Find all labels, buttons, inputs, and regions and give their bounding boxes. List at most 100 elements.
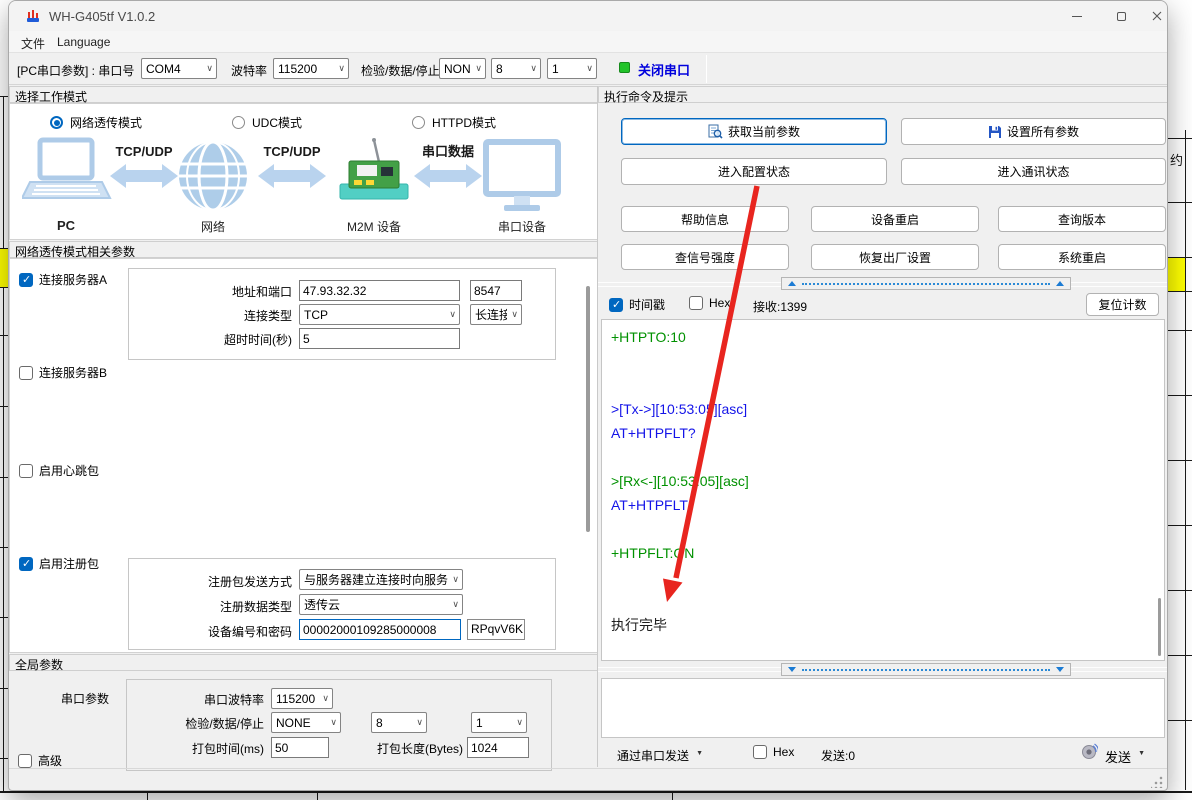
checkbox-server-a[interactable]: 连接服务器A (19, 271, 107, 288)
bg-grid-line (0, 96, 8, 97)
device-id-input[interactable] (299, 619, 461, 640)
bg-grid-line (0, 335, 8, 336)
help-button[interactable]: 帮助信息 (621, 206, 789, 232)
parity-select[interactable]: NONE (439, 58, 486, 79)
checkbox-icon (609, 298, 623, 312)
serial-params-label: 串口参数 (61, 690, 109, 707)
checkbox-send-hex[interactable]: Hex (753, 745, 794, 759)
toolbar-separator (706, 55, 707, 83)
bg-grid-line (0, 758, 8, 759)
statusbar-divider (9, 768, 1168, 769)
log-output[interactable]: +HTPTO:10 >[Tx->][10:53:05][asc] AT+HTPF… (601, 319, 1165, 661)
checkbox-icon (19, 366, 33, 380)
checkbox-register[interactable]: 启用注册包 (19, 555, 99, 572)
signal-strength-button[interactable]: 查信号强度 (621, 244, 789, 270)
checkbox-heartbeat[interactable]: 启用心跳包 (19, 462, 99, 479)
radio-icon (232, 116, 245, 129)
log-line: AT+HTPFLT? (611, 421, 1164, 445)
bg-grid-line (1168, 330, 1192, 331)
title-bar[interactable]: WH-G405tf V1.0.2 (9, 1, 1168, 31)
speaker-icon (1081, 743, 1098, 760)
bg-grid-line (0, 406, 8, 407)
conn-mode-select[interactable]: 长连接 (470, 304, 522, 325)
reg-send-select[interactable]: 与服务器建立连接时向服务 (299, 569, 463, 590)
checkbox-icon (689, 296, 703, 310)
minimize-button[interactable] (1054, 1, 1099, 31)
log-line: +HTPTO:10 (611, 325, 1164, 349)
checkbox-advanced[interactable]: 高级 (18, 752, 62, 769)
close-icon (1152, 11, 1162, 21)
bg-grid-line (1168, 395, 1192, 396)
global-databits-select[interactable]: 8 (371, 712, 427, 733)
checkbox-server-b[interactable]: 连接服务器B (19, 364, 107, 381)
splitter-handle-bottom[interactable] (781, 663, 1071, 676)
menu-language[interactable]: Language (53, 35, 114, 49)
maximize-icon (1117, 12, 1126, 21)
recv-counter: 接收:1399 (753, 298, 807, 315)
bg-grid-line (317, 793, 318, 800)
pack-len-input[interactable] (467, 737, 529, 758)
set-params-button[interactable]: 设置所有参数 (901, 118, 1166, 145)
checkbox-icon (18, 754, 32, 768)
bg-grid-line (0, 547, 8, 548)
radio-icon (412, 116, 425, 129)
checkbox-icon (753, 745, 767, 759)
enter-comm-button[interactable]: 进入通讯状态 (901, 158, 1166, 185)
resize-grip[interactable] (1151, 776, 1163, 788)
log-line: +HTPFLT:ON (611, 541, 1164, 565)
bg-grid-line (0, 688, 8, 689)
system-reboot-button[interactable]: 系统重启 (998, 244, 1166, 270)
close-button[interactable] (1144, 1, 1168, 31)
radio-net-transparent[interactable]: 网络透传模式 (50, 114, 142, 131)
bg-grid-line (1168, 460, 1192, 461)
menu-file[interactable]: 文件 (17, 35, 49, 52)
maximize-button[interactable] (1099, 1, 1144, 31)
conn-type-select[interactable]: TCP (299, 304, 460, 325)
left-panel-scrollbar[interactable] (586, 286, 590, 532)
query-version-button[interactable]: 查询版本 (998, 206, 1166, 232)
timeout-input[interactable] (299, 328, 460, 349)
baud-select[interactable]: 115200 (273, 58, 349, 79)
send-button[interactable]: 发送 (1105, 747, 1145, 766)
bg-grid-line (0, 477, 8, 478)
log-line (611, 445, 1164, 469)
bg-grid-line (0, 287, 8, 288)
radio-httpd-mode[interactable]: HTTPD模式 (412, 114, 496, 131)
device-reboot-button[interactable]: 设备重启 (811, 206, 979, 232)
global-parity-select[interactable]: NONE (271, 712, 341, 733)
splitter-dots (802, 669, 1050, 671)
bg-grid-line (1168, 257, 1192, 258)
com-port-select[interactable]: COM4 (141, 58, 217, 79)
send-via-dropdown[interactable]: 通过串口发送 (617, 747, 703, 764)
checkbox-timestamp[interactable]: 时间戳 (609, 296, 665, 313)
pc-serial-label: [PC串口参数] : 串口号 (17, 62, 134, 79)
bg-grid-line (0, 617, 8, 618)
collapse-down-icon (788, 667, 796, 672)
send-input-area[interactable] (601, 678, 1165, 738)
device-password-box[interactable]: RPqvV6K (467, 619, 525, 640)
splitter-handle-top[interactable] (781, 277, 1071, 290)
server-a-port-input[interactable] (470, 280, 522, 301)
factory-reset-button[interactable]: 恢复出厂设置 (811, 244, 979, 270)
collapse-up-icon (788, 281, 796, 286)
server-a-address-input[interactable] (299, 280, 460, 301)
bg-grid-line (0, 791, 1192, 793)
radio-udc-mode[interactable]: UDC模式 (232, 114, 302, 131)
enter-config-button[interactable]: 进入配置状态 (621, 158, 887, 185)
stopbits-select[interactable]: 1 (547, 58, 597, 79)
log-line (611, 517, 1164, 541)
log-scrollbar[interactable] (1158, 598, 1161, 656)
global-parity-label: 检验/数据/停止 (126, 715, 264, 732)
log-line: AT+HTPFLT (611, 493, 1164, 517)
minimize-icon (1072, 16, 1082, 17)
get-params-button[interactable]: 获取当前参数 (621, 118, 887, 145)
checkbox-log-hex[interactable]: Hex (689, 296, 730, 310)
reg-type-select[interactable]: 透传云 (299, 594, 463, 615)
pack-time-input[interactable] (271, 737, 329, 758)
global-baud-select[interactable]: 115200 (271, 688, 333, 709)
close-serial-button[interactable]: 关闭串口 (638, 60, 690, 79)
node-label-pc: PC (57, 218, 76, 233)
global-stopbits-select[interactable]: 1 (471, 712, 527, 733)
databits-select[interactable]: 8 (491, 58, 541, 79)
reset-counter-button[interactable]: 复位计数 (1086, 293, 1159, 316)
